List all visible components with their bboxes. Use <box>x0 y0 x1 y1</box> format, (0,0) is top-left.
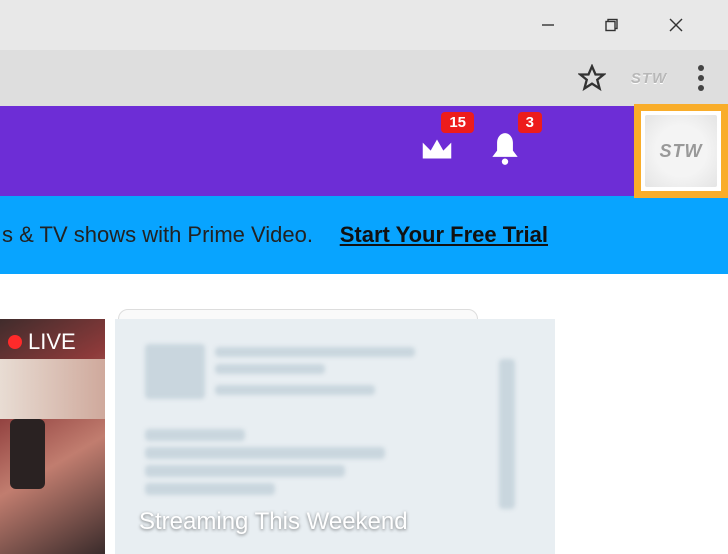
browser-menu-button[interactable] <box>692 59 710 97</box>
live-dot-icon <box>8 335 22 349</box>
crown-badge: 15 <box>441 112 474 134</box>
live-label-text: LIVE <box>28 329 76 355</box>
notification-bell-icon[interactable]: 3 <box>486 130 524 173</box>
promo-text: s & TV shows with Prime Video. <box>0 222 313 248</box>
window-maximize-button[interactable] <box>580 0 644 50</box>
user-avatar-highlighted[interactable]: STW <box>634 104 728 198</box>
window-close-button[interactable] <box>644 0 708 50</box>
user-avatar-label: STW <box>645 115 717 187</box>
promo-cta-link[interactable]: Start Your Free Trial <box>340 222 548 248</box>
promo-banner: s & TV shows with Prime Video. Start You… <box>0 196 728 274</box>
crown-icon[interactable]: 15 <box>418 130 456 173</box>
window-titlebar <box>0 0 728 50</box>
preview-thumbnail[interactable]: Streaming This Weekend <box>115 319 555 554</box>
site-header: 15 3 STW <box>0 106 728 196</box>
window-minimize-button[interactable] <box>516 0 580 50</box>
stream-card[interactable]: LIVE Streaming This Weekend <box>0 319 558 554</box>
content-area: LIVE Streaming This Weekend <box>0 274 728 552</box>
thumbnail-title: Streaming This Weekend <box>139 508 408 536</box>
browser-toolbar: STW <box>0 50 728 106</box>
live-indicator: LIVE <box>8 329 76 355</box>
live-thumbnail[interactable]: LIVE <box>0 319 105 554</box>
extension-avatar[interactable]: STW <box>626 62 672 94</box>
bell-badge: 3 <box>518 112 542 134</box>
bookmark-star-icon[interactable] <box>578 64 606 92</box>
